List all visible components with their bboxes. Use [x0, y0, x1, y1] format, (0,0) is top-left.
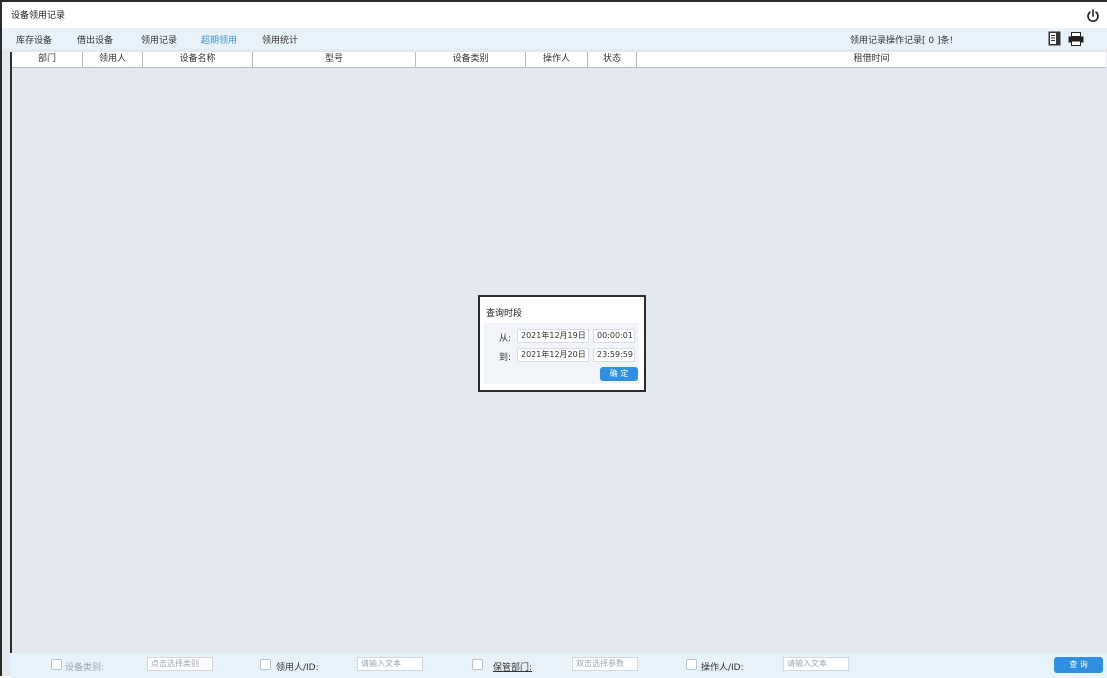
from-date-field[interactable]: 2021年12月19日	[517, 329, 589, 343]
window-title: 设备领用记录	[11, 11, 66, 21]
column-header-status[interactable]: 状态	[588, 52, 637, 68]
query-period-dialog: 查询时段 从: 2021年12月19日 00:00:01 到: 2021年12月…	[478, 295, 646, 392]
operator-checkbox[interactable]	[686, 659, 697, 670]
record-count-text: 领用记录操作记录[ 0 ]条!	[850, 36, 954, 46]
column-header-device-name[interactable]: 设备名称	[143, 52, 253, 68]
from-time-field[interactable]: 00:00:01	[593, 329, 635, 343]
tab-inventory[interactable]: 库存设备	[16, 33, 52, 46]
to-date-field[interactable]: 2021年12月20日	[517, 348, 589, 362]
column-header-user[interactable]: 领用人	[83, 52, 143, 68]
to-time-field[interactable]: 23:59:59	[593, 348, 635, 362]
dialog-panel: 从: 2021年12月19日 00:00:01 到: 2021年12月20日 2…	[484, 323, 639, 384]
user-checkbox[interactable]	[260, 659, 271, 670]
column-header-category[interactable]: 设备类别	[416, 52, 526, 68]
from-label: 从:	[499, 334, 512, 344]
power-icon[interactable]	[1085, 8, 1101, 24]
dept-input[interactable]: 双击选择参数	[572, 657, 638, 671]
confirm-button[interactable]: 确 定	[600, 367, 638, 381]
tab-overdue[interactable]: 超期领用	[201, 33, 237, 46]
from-row: 从: 2021年12月19日 00:00:01	[484, 328, 639, 344]
column-header-operator[interactable]: 操作人	[526, 52, 588, 68]
column-header-department[interactable]: 部门	[12, 52, 83, 68]
title-bar: 设备领用记录	[2, 2, 1107, 28]
category-input[interactable]: 点击选择类别	[147, 657, 213, 671]
tab-usage-records[interactable]: 领用记录	[141, 33, 177, 46]
category-checkbox[interactable]	[51, 659, 62, 670]
column-header-rental-time[interactable]: 租借时间	[637, 52, 1106, 68]
operator-input[interactable]: 请输入文本	[783, 657, 849, 671]
query-button[interactable]: 查 询	[1054, 657, 1103, 673]
table-header: 部门 领用人 设备名称 型号 设备类别 操作人 状态 租借时间	[12, 52, 1106, 68]
category-label: 设备类别:	[65, 663, 105, 673]
to-row: 到: 2021年12月20日 23:59:59	[484, 347, 639, 363]
tab-bar: 库存设备 借出设备 领用记录 超期领用 领用统计 领用记录操作记录[ 0 ]条!	[2, 28, 1107, 49]
tab-statistics[interactable]: 领用统计	[262, 33, 298, 46]
filter-bar: 设备类别: 点击选择类别 领用人/ID: 请输入文本 保管部门: 双击选择参数 …	[10, 653, 1107, 678]
to-label: 到:	[499, 353, 512, 363]
column-header-model[interactable]: 型号	[253, 52, 416, 68]
operator-label: 操作人/ID:	[701, 663, 744, 673]
export-document-icon[interactable]	[1048, 31, 1061, 46]
dept-checkbox[interactable]	[472, 659, 483, 670]
print-icon[interactable]	[1068, 32, 1084, 46]
user-input[interactable]: 请输入文本	[357, 657, 423, 671]
dept-label[interactable]: 保管部门:	[493, 660, 532, 673]
app-window: 设备领用记录 库存设备 借出设备 领用记录 超期领用 领用统计 领用记录操作记录…	[0, 0, 1107, 678]
dialog-title: 查询时段	[486, 309, 523, 319]
user-label: 领用人/ID:	[276, 663, 319, 673]
tab-lent-out[interactable]: 借出设备	[77, 33, 113, 46]
